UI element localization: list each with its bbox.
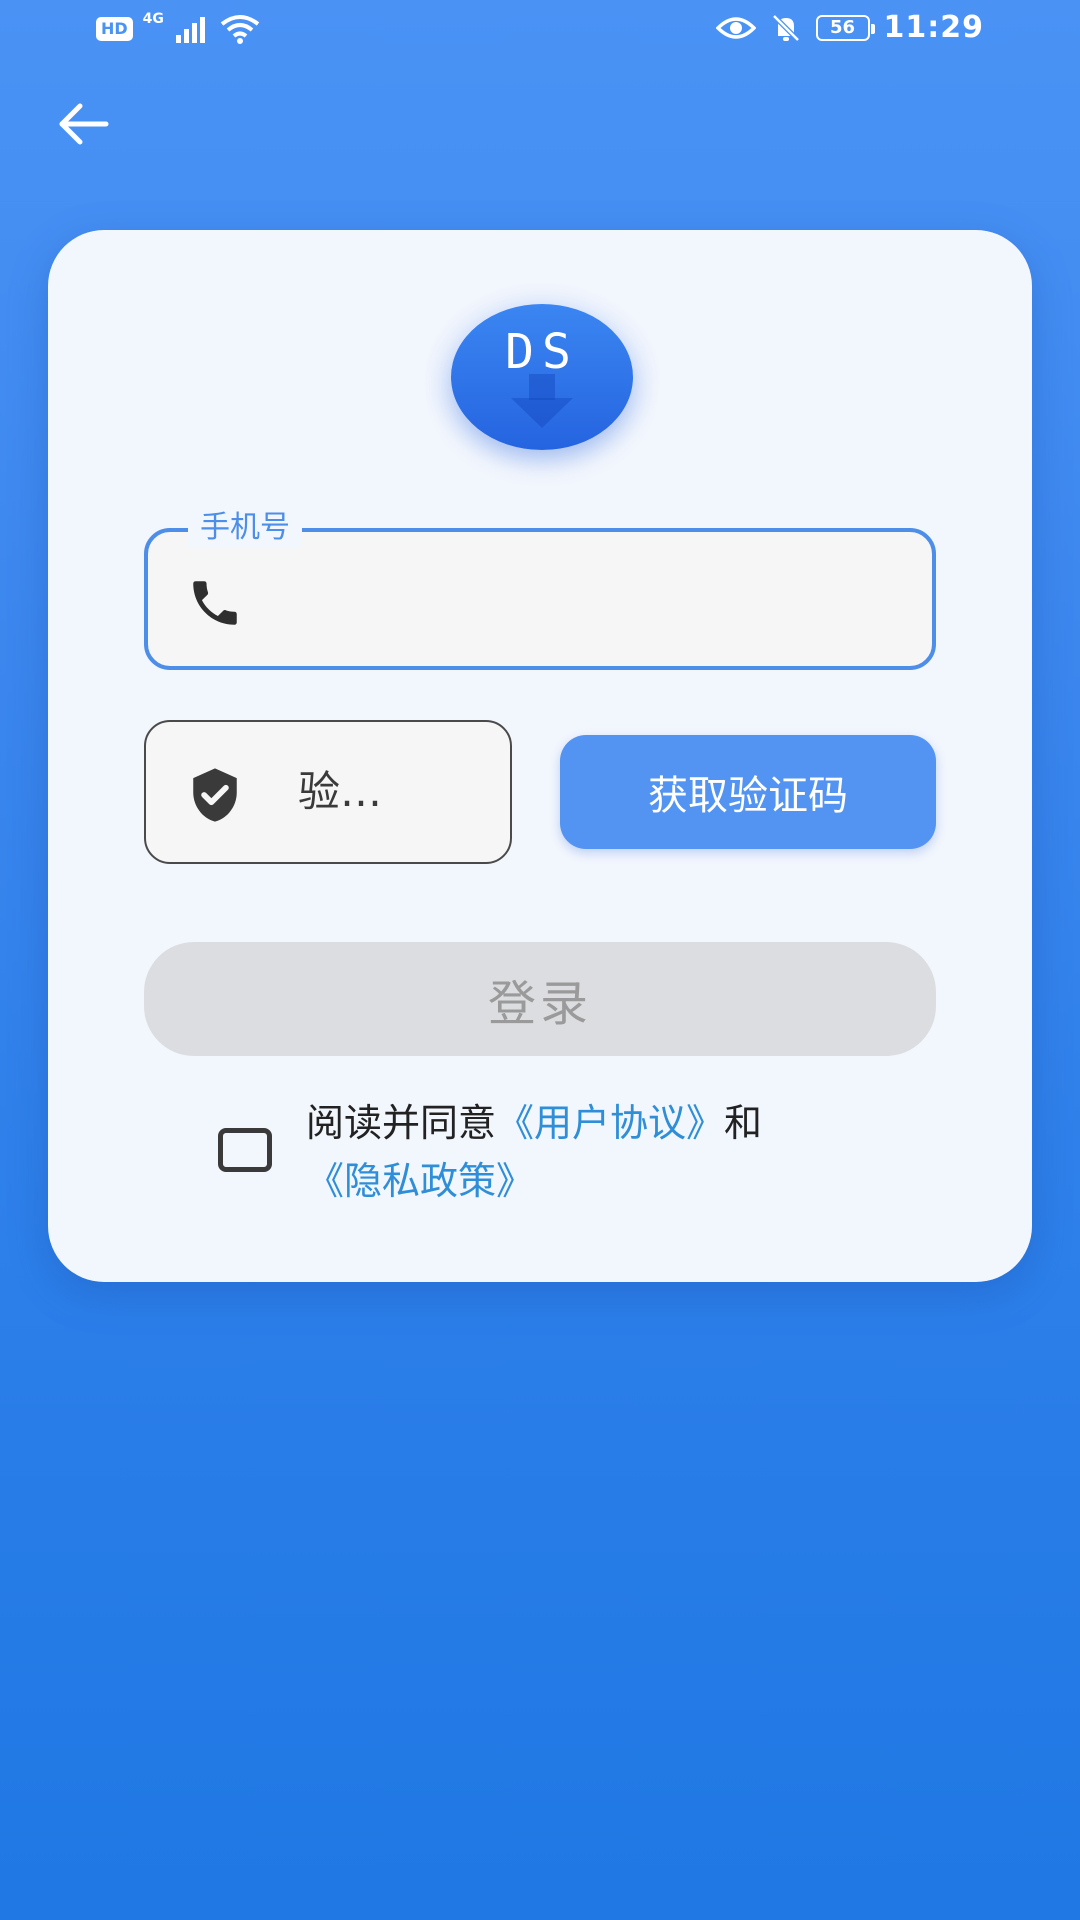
logo-text: DS	[505, 324, 579, 380]
eye-icon	[715, 16, 756, 39]
agreement-checkbox[interactable]	[218, 1128, 272, 1172]
network-type: 4G	[142, 11, 164, 27]
agreement-text: 阅读并同意《用户协议》和《隐私政策》	[306, 1094, 946, 1210]
user-agreement-link[interactable]: 《用户协议》	[496, 1101, 724, 1145]
clock: 11:29	[883, 10, 984, 45]
app-logo-wrap: DS	[421, 280, 663, 474]
download-arrow-icon	[511, 374, 573, 428]
app-logo: DS	[451, 304, 633, 450]
get-code-button[interactable]: 获取验证码	[560, 735, 936, 849]
phone-field[interactable]: 手机号	[144, 508, 936, 670]
bell-off-icon	[771, 13, 800, 42]
verification-code-field[interactable]: 验…	[144, 720, 512, 864]
phone-input[interactable]	[268, 558, 898, 640]
hd-badge: HD	[96, 17, 133, 41]
status-bar: HD 4G 56 11:29	[0, 0, 1080, 58]
signal-icon	[175, 17, 205, 43]
login-button[interactable]: 登录	[144, 942, 936, 1056]
agreement-and: 和	[724, 1101, 763, 1145]
wifi-icon	[220, 15, 260, 44]
back-button[interactable]	[52, 96, 116, 152]
phone-icon	[193, 581, 237, 625]
phone-label: 手机号	[188, 508, 302, 548]
shield-check-icon	[193, 768, 237, 822]
agreement-prefix: 阅读并同意	[306, 1101, 497, 1145]
arrow-left-icon	[59, 103, 109, 145]
login-card: DS 手机号 验… 获取验证码 登录 阅读并同意《用户协议》和《隐私政策》	[48, 230, 1032, 1282]
privacy-policy-link[interactable]: 《隐私政策》	[306, 1159, 534, 1203]
status-left: HD 4G	[96, 11, 260, 44]
battery-indicator: 56	[815, 14, 875, 41]
code-placeholder: 验…	[298, 767, 383, 816]
status-right: 56 11:29	[715, 10, 985, 45]
